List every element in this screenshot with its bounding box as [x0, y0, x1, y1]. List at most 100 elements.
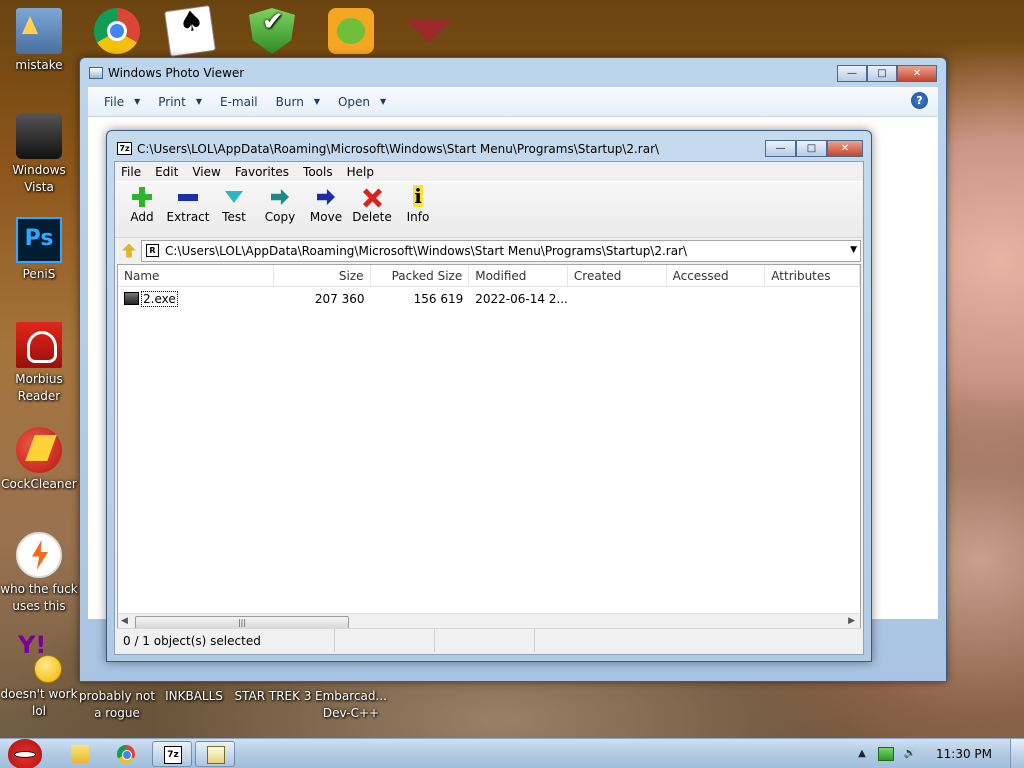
desktop-icon-devcpp[interactable]: Embarcad... Dev-C++ [311, 688, 391, 722]
file-list-header: Name Size Packed Size Modified Created A… [118, 265, 860, 287]
taskbar: 7z ▲ 🔊 11:30 PM [0, 738, 1024, 768]
photo-viewer-maximize-button[interactable]: □ [867, 65, 897, 82]
column-header-packed-size[interactable]: Packed Size [371, 265, 470, 286]
sevenzip-menu-help[interactable]: Help [347, 165, 374, 179]
folder-up-icon[interactable] [117, 240, 141, 262]
column-header-created[interactable]: Created [568, 265, 667, 286]
desktop-icon-cockcleaner[interactable]: CockCleaner [0, 427, 79, 493]
chevron-down-icon[interactable]: ▼ [850, 245, 857, 255]
column-header-attributes[interactable]: Attributes [765, 265, 860, 286]
test-icon [223, 187, 245, 207]
extract-button[interactable]: Extract [165, 182, 211, 224]
archive-icon: R [146, 244, 159, 257]
column-header-size[interactable]: Size [274, 265, 371, 286]
photoshop-icon: Ps [16, 217, 62, 263]
status-bar: 0 / 1 object(s) selected [117, 628, 861, 652]
chrome-taskbar-icon [117, 745, 135, 763]
photo-viewer-close-button[interactable]: ✕ [897, 65, 937, 82]
sevenzip-menu-tools[interactable]: Tools [303, 165, 333, 179]
scroll-right-arrow-icon[interactable]: ▶ [848, 616, 855, 626]
desktop-icon-morbius-reader[interactable]: Morbius Reader [0, 322, 79, 405]
bad-piggies-icon [328, 8, 374, 54]
sevenzip-close-button[interactable]: ✕ [827, 140, 863, 157]
desktop-icon-rogue[interactable]: probably not a rogue [77, 688, 157, 722]
column-header-accessed[interactable]: Accessed [667, 265, 766, 286]
photo-viewer-caption-buttons: — □ ✕ [837, 65, 937, 82]
desktop-icon-bad-piggies[interactable] [311, 8, 391, 57]
status-cell-empty-2 [435, 629, 535, 652]
file-packed-size-cell: 156 619 [413, 292, 464, 306]
photo-viewer-menu-file[interactable]: File ▼ [104, 95, 140, 109]
chevron-down-icon: ▼ [313, 97, 320, 106]
clock[interactable]: 11:30 PM [936, 747, 992, 761]
copy-button[interactable]: Copy [257, 182, 303, 224]
photo-viewer-menu-burn[interactable]: Burn ▼ [276, 95, 320, 109]
show-hidden-icons-icon[interactable]: ▲ [854, 747, 870, 761]
show-desktop-button[interactable] [1010, 739, 1024, 768]
desktop-icon-star-trek[interactable]: STAR TREK 3 [233, 688, 313, 705]
pdf-reader-icon [16, 322, 62, 368]
photo-viewer-menu-email[interactable]: E-mail [220, 95, 258, 109]
photo-viewer-menubar: File ▼ Print ▼ E-mail Burn ▼ Open ▼ ? [88, 87, 938, 117]
explorer-taskbar-button[interactable] [60, 741, 100, 767]
file-modified-cell: 2022-06-14 2... [475, 292, 568, 306]
desktop-icon-mistake[interactable]: mistake [0, 8, 79, 74]
file-attributes-cell [765, 288, 860, 310]
photo-viewer-minimize-button[interactable]: — [837, 65, 867, 82]
scroll-left-arrow-icon[interactable]: ◀ [121, 616, 128, 626]
copy-icon [269, 187, 291, 207]
ccleaner-icon [16, 427, 62, 473]
desktop-icon-shield[interactable] [232, 8, 312, 57]
photo-viewer-titlebar[interactable]: Windows Photo Viewer — □ ✕ [80, 58, 946, 88]
sevenzip-client-area: File Edit View Favorites Tools Help Add … [114, 161, 864, 655]
sevenzip-titlebar[interactable]: 7z C:\Users\LOL\AppData\Roaming\Microsof… [107, 131, 871, 161]
sevenzip-address-bar: R C:\Users\LOL\AppData\Roaming\Microsoft… [115, 237, 863, 263]
table-row[interactable]: 2.exe 207 360 156 619 2022-06-14 2... [118, 288, 860, 310]
photo-viewer-title: Windows Photo Viewer [108, 66, 245, 80]
desktop-icon-doesnt-work[interactable]: doesn't work lol [0, 637, 79, 720]
file-name-cell[interactable]: 2.exe [118, 288, 274, 310]
explorer-taskbar-icon [71, 745, 89, 763]
column-header-name[interactable]: Name [118, 265, 274, 286]
desktop-icon-inkballs[interactable]: INKBALLS [154, 688, 234, 705]
start-button[interactable] [2, 733, 48, 768]
sevenzip-menu-view[interactable]: View [192, 165, 220, 179]
bolt-app-icon [16, 532, 62, 578]
desktop-icon-chrome[interactable] [77, 8, 157, 57]
network-icon[interactable] [878, 746, 894, 761]
sevenzip-menu-favorites[interactable]: Favorites [235, 165, 289, 179]
sevenzip-menu-file[interactable]: File [121, 165, 141, 179]
volume-icon[interactable]: 🔊 [902, 747, 918, 761]
help-icon[interactable]: ? [911, 92, 928, 109]
sevenzip-menubar: File Edit View Favorites Tools Help [115, 162, 863, 181]
move-button[interactable]: Move [303, 182, 349, 224]
sevenzip-menu-edit[interactable]: Edit [155, 165, 178, 179]
desktop-icon-penis[interactable]: Ps PeniS [0, 217, 79, 283]
photo-viewer-app-icon [89, 67, 103, 79]
desktop-icon-windows-vista[interactable]: Windows Vista [0, 113, 79, 196]
add-button[interactable]: Add [119, 182, 165, 224]
photo-viewer-taskbar-icon [207, 746, 225, 764]
shield-icon [249, 8, 295, 54]
photo-viewer-menu-open[interactable]: Open ▼ [338, 95, 386, 109]
column-header-modified[interactable]: Modified [469, 265, 568, 286]
extract-icon [177, 187, 199, 207]
recycle-bin-icon [16, 113, 62, 159]
sevenzip-taskbar-icon: 7z [164, 746, 182, 764]
chevron-down-icon: ▼ [380, 97, 387, 106]
info-button[interactable]: Info [395, 182, 441, 224]
desktop-icon-who-uses-this[interactable]: who the fuck uses this [0, 532, 79, 615]
test-button[interactable]: Test [211, 182, 257, 224]
sevenzip-window[interactable]: 7z C:\Users\LOL\AppData\Roaming\Microsof… [106, 130, 872, 662]
sevenzip-maximize-button[interactable]: □ [796, 140, 827, 157]
desktop-icon-red-app[interactable] [389, 8, 469, 57]
delete-button[interactable]: Delete [349, 182, 395, 224]
sevenzip-minimize-button[interactable]: — [765, 140, 796, 157]
desktop-icon-solitaire[interactable] [150, 5, 230, 57]
file-list[interactable]: Name Size Packed Size Modified Created A… [117, 264, 861, 631]
address-combobox[interactable]: R C:\Users\LOL\AppData\Roaming\Microsoft… [141, 239, 861, 262]
chrome-taskbar-button[interactable] [106, 741, 146, 767]
photo-viewer-menu-print[interactable]: Print ▼ [158, 95, 202, 109]
photo-viewer-taskbar-button[interactable] [195, 741, 235, 767]
sevenzip-taskbar-button[interactable]: 7z [152, 741, 192, 767]
